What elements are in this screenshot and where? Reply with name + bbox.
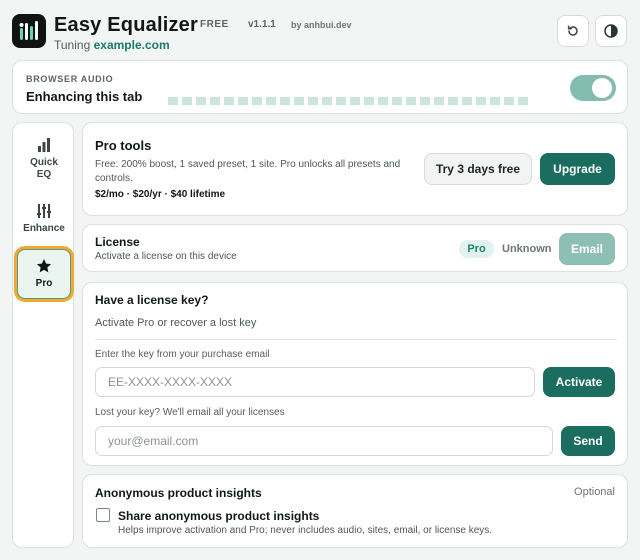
insights-card: Anonymous product insights Optional Shar… [82,474,628,548]
bar-chart-icon [17,137,71,153]
sidebar-item-label: Pro [35,278,53,289]
reset-button[interactable] [557,15,589,47]
meter-segment [294,97,304,105]
pro-tools-title: Pro tools [95,138,152,153]
insights-checkbox-label[interactable]: Share anonymous product insights [118,509,319,523]
reset-icon [567,25,578,36]
meter-segment [322,97,332,105]
insights-help-text: Helps improve activation and Pro; never … [118,525,493,536]
sidebar-item-pro[interactable]: Pro [17,249,71,299]
meter-segment [462,97,472,105]
sliders-icon [17,203,71,219]
contrast-icon [604,24,618,38]
tuning-line: Tuning example.com [54,38,170,52]
email-license-button[interactable]: Email [559,233,615,265]
tuning-site: example.com [93,38,170,52]
license-key-card: Have a license key? Activate Pro or reco… [82,282,628,466]
star-icon [18,258,70,274]
meter-segment [168,97,178,105]
meter-segment [182,97,192,105]
license-status: Unknown [502,243,552,255]
meter-segment [476,97,486,105]
activate-button[interactable]: Activate [543,367,615,397]
meter-segment [434,97,444,105]
upgrade-button[interactable]: Upgrade [540,153,615,185]
author-label: by anhbui.dev [291,20,352,30]
insights-checkbox[interactable] [96,508,110,522]
meter-segment [336,97,346,105]
app-title: Easy Equalizer [54,14,198,36]
meter-segment [392,97,402,105]
meter-segment [350,97,360,105]
divider [95,339,617,340]
try-free-button[interactable]: Try 3 days free [424,153,532,185]
key-field-label: Enter the key from your purchase email [95,349,270,360]
send-button[interactable]: Send [561,426,615,456]
pro-tools-pricing: $2/mo · $20/yr · $40 lifetime [95,189,226,200]
plan-badge: FREE [200,19,229,30]
sidebar-item-label: Quick EQ [30,157,58,180]
meter-segment [518,97,528,105]
browser-audio-card: BROWSER AUDIO Enhancing this tab [12,60,628,114]
meter-segment [308,97,318,105]
license-key-subtitle: Activate Pro or recover a lost key [95,317,257,329]
tuning-prefix: Tuning [54,38,91,52]
meter-segment [490,97,500,105]
license-plan-pill: Pro [459,240,494,258]
meter-segment [252,97,262,105]
toggle-knob [592,78,612,98]
meter-segment [210,97,220,105]
pro-tools-card: Pro tools Free: 200% boost, 1 saved pres… [82,122,628,216]
license-subtitle: Activate a license on this device [95,251,237,262]
app-logo-icon [12,14,46,48]
meter-segment [420,97,430,105]
meter-segment [406,97,416,105]
meter-segment [448,97,458,105]
version-label: v1.1.1 [248,19,276,30]
recovery-email-input[interactable]: your@email.com [95,426,553,456]
meter-segment [224,97,234,105]
sidebar-item-label: Enhance [23,223,65,234]
lost-key-label: Lost your key? We'll email all your lice… [95,407,285,418]
meter-segment [266,97,276,105]
meter-segment [364,97,374,105]
license-title: License [95,235,140,249]
license-card: License Activate a license on this devic… [82,224,628,272]
license-key-input[interactable]: EE-XXXX-XXXX-XXXX [95,367,535,397]
meter-segment [280,97,290,105]
audio-enable-toggle[interactable] [570,75,616,101]
meter-segment [238,97,248,105]
insights-title: Anonymous product insights [95,486,262,500]
meter-segment [504,97,514,105]
sidebar-item-quick-eq[interactable]: Quick EQ [17,137,71,181]
meter-segment [196,97,206,105]
meter-segment [378,97,388,105]
audio-level-meter [168,97,528,105]
optional-label: Optional [574,486,615,498]
theme-toggle-button[interactable] [595,15,627,47]
sidebar: Quick EQ Enhance Pro [12,122,74,548]
sidebar-item-enhance[interactable]: Enhance [17,203,71,235]
browser-audio-caption: BROWSER AUDIO [26,74,114,84]
pro-tools-description: Free: 200% boost, 1 saved preset, 1 site… [95,159,401,184]
audio-status: Enhancing this tab [26,89,143,104]
license-key-title: Have a license key? [95,293,209,307]
